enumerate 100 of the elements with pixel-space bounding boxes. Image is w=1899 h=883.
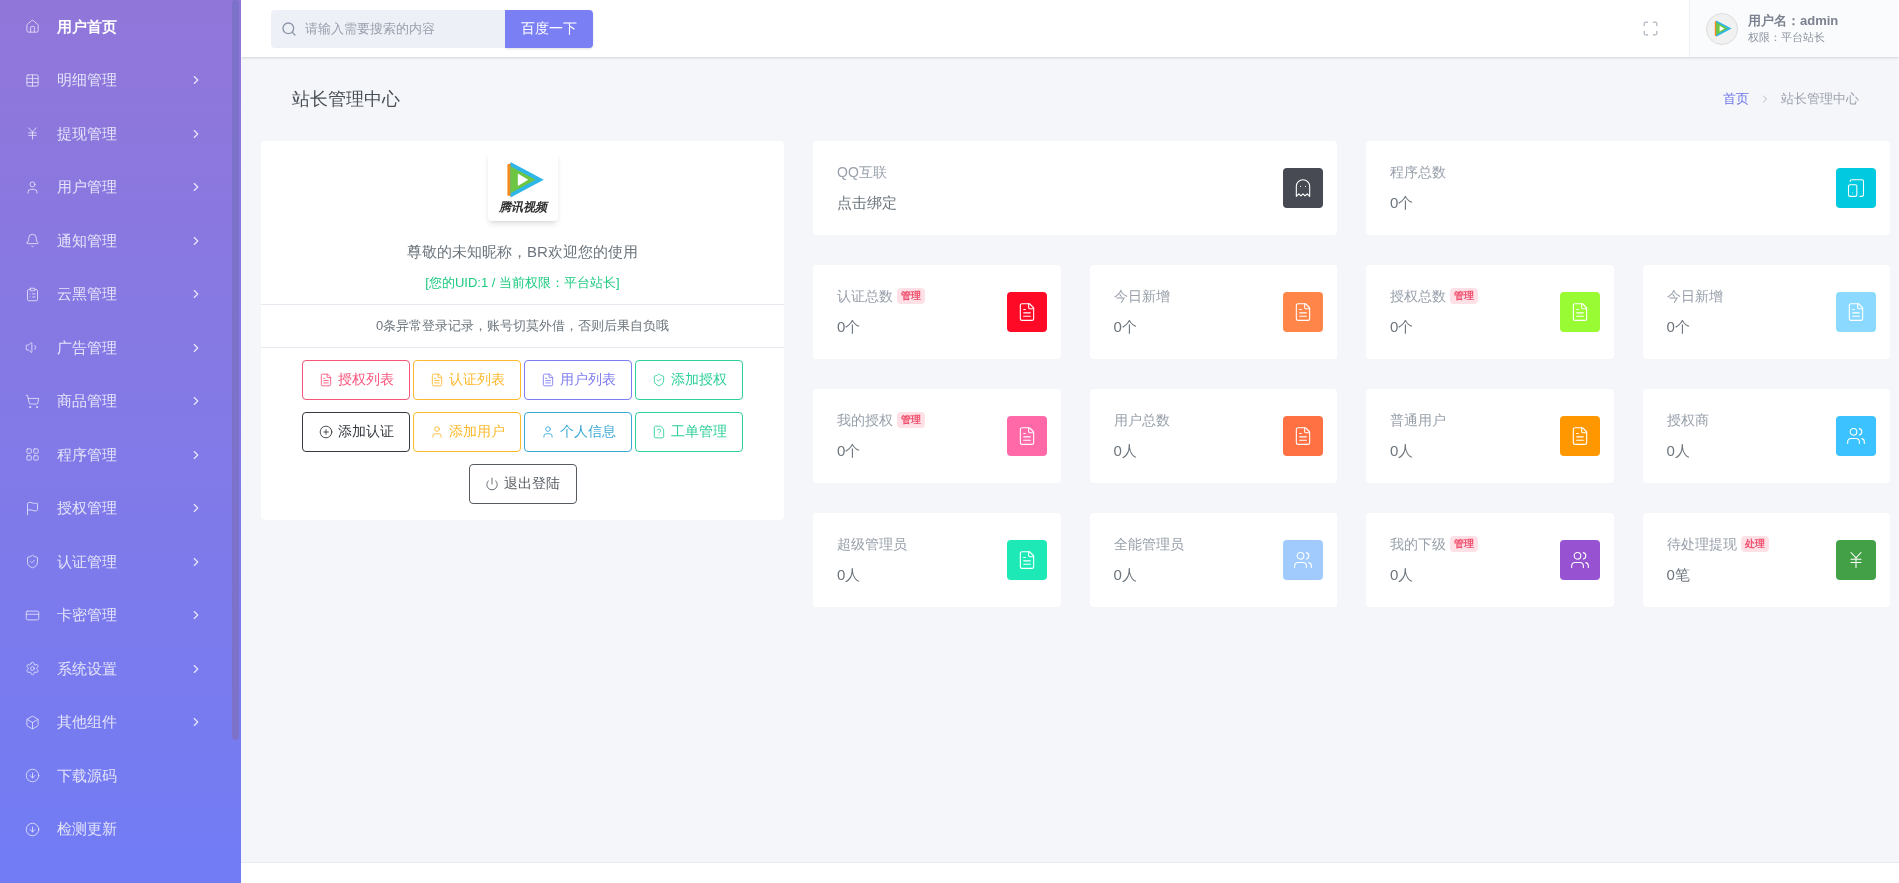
stat-value: 0人 <box>1390 440 1415 461</box>
card-icon <box>25 607 40 623</box>
stat-label: 普通用户 <box>1390 410 1446 430</box>
yen-icon <box>25 126 40 142</box>
users-icon <box>1846 426 1866 446</box>
greeting-text: 尊敬的未知昵称，BR欢迎您的使用 <box>407 242 638 262</box>
breadcrumb-current: 站长管理中心 <box>1781 90 1859 109</box>
action-button[interactable]: 添加用户 <box>413 411 521 452</box>
user-name: 用户名：admin <box>1748 12 1839 29</box>
sidebar-item[interactable]: 云黑管理 <box>0 267 241 321</box>
flag-icon <box>25 500 40 516</box>
sidebar-item[interactable]: 商品管理 <box>0 374 241 428</box>
stat-label: 我的授权 <box>837 410 893 430</box>
stat-label: 超级管理员 <box>837 534 907 554</box>
action-button[interactable]: 添加认证 <box>302 411 410 452</box>
shield-icon <box>25 554 40 570</box>
stat-value: 0人 <box>1390 564 1415 585</box>
table-icon <box>25 72 40 88</box>
stat-label: 我的下级 <box>1390 534 1446 554</box>
home-icon <box>25 19 40 35</box>
tablet-icon <box>1846 178 1866 198</box>
download-icon <box>25 768 40 784</box>
sidebar-item[interactable]: 认证管理 <box>0 535 241 589</box>
tag: 管理 <box>1450 288 1478 305</box>
sidebar-item[interactable]: 通知管理 <box>0 214 241 268</box>
stat-label: 今日新增 <box>1666 286 1723 306</box>
settings-icon <box>25 661 40 677</box>
stat-label: QQ互联 <box>837 162 887 182</box>
action-button[interactable]: 授权列表 <box>302 359 410 400</box>
users-icon <box>1569 550 1590 570</box>
clipboard-icon <box>25 286 40 302</box>
stat-label: 今日新增 <box>1113 286 1170 306</box>
bell-icon <box>25 233 40 249</box>
user-icon <box>429 424 444 439</box>
stat-label: 全能管理员 <box>1113 534 1184 554</box>
stat-value: 0个 <box>1113 316 1138 337</box>
stat-label: 认证总数 <box>837 286 893 306</box>
user-icon <box>25 179 40 195</box>
stat-value: 点击绑定 <box>837 192 898 213</box>
question-document-icon <box>651 424 666 439</box>
stat-value: 0人 <box>1113 440 1138 461</box>
search-field[interactable]: 请输入需要搜索的内容 <box>271 9 505 48</box>
breadcrumb-link[interactable]: 首页 <box>1723 89 1749 109</box>
page-title: 站长管理中心 <box>292 87 401 111</box>
sidebar-item[interactable]: 下载源码 <box>0 749 241 803</box>
document-icon <box>318 372 333 387</box>
action-button[interactable]: 用户列表 <box>524 359 632 400</box>
stat-value: 0人 <box>1666 440 1691 461</box>
document-icon <box>1293 302 1313 322</box>
apps-icon <box>25 447 40 463</box>
power-icon <box>485 476 499 491</box>
sidebar-item[interactable]: 广告管理 <box>0 321 241 375</box>
cart-icon <box>25 393 40 409</box>
search-button[interactable]: 百度一下 <box>505 9 593 48</box>
action-button[interactable]: 退出登陆 <box>468 463 577 504</box>
document-icon <box>429 372 444 387</box>
fullscreen-icon[interactable] <box>1642 20 1659 37</box>
stat-value: 0个 <box>1390 316 1415 337</box>
sidebar-item[interactable]: 其他组件 <box>0 695 241 749</box>
document-icon <box>1846 302 1866 322</box>
tag: 管理 <box>897 412 925 429</box>
stat-value: 0人 <box>837 564 862 585</box>
plus-icon <box>318 424 333 439</box>
shield-icon <box>651 372 666 387</box>
stat-value: 0个 <box>1390 192 1415 213</box>
action-button[interactable]: 添加授权 <box>635 359 743 400</box>
document-icon <box>540 372 555 387</box>
action-button[interactable]: 工单管理 <box>635 411 743 452</box>
logo-text: 腾讯视频 <box>498 200 547 214</box>
tag: 管理 <box>897 288 925 305</box>
sidebar-item[interactable]: 卡密管理 <box>0 588 241 642</box>
stat-label: 待处理提现 <box>1666 534 1737 554</box>
stat-value: 0个 <box>1666 316 1691 337</box>
sidebar-item[interactable]: 授权管理 <box>0 481 241 535</box>
stat-value: 0人 <box>1113 564 1138 585</box>
user-role: 权限：平台站长 <box>1748 29 1826 45</box>
stat-value: 0个 <box>837 440 862 461</box>
stat-value: 0个 <box>837 316 862 337</box>
sidebar-item[interactable]: 系统设置 <box>0 642 241 696</box>
sidebar-item[interactable]: 提现管理 <box>0 107 241 161</box>
uid-text: [您的UID:1 / 当前权限：平台站长] <box>425 273 620 292</box>
stat-label: 授权总数 <box>1390 286 1446 306</box>
document-icon <box>1293 426 1313 446</box>
sidebar-item[interactable]: 程序管理 <box>0 428 241 482</box>
download-icon <box>25 821 40 837</box>
sidebar-item[interactable]: 用户首页 <box>0 0 241 54</box>
action-button[interactable]: 认证列表 <box>413 359 521 400</box>
tag: 管理 <box>1450 536 1478 553</box>
tag: 处理 <box>1740 536 1769 553</box>
sidebar-item[interactable]: 明细管理 <box>0 53 241 107</box>
user-panel[interactable]: 用户名：admin 权限：平台站长 <box>1689 0 1899 57</box>
sidebar-item[interactable]: 检测更新 <box>0 802 241 856</box>
user-icon <box>540 424 555 439</box>
sidebar-item[interactable]: 用户管理 <box>0 160 241 214</box>
stat-value: 0笔 <box>1666 564 1691 585</box>
box-icon <box>25 714 40 730</box>
stat-label: 程序总数 <box>1390 162 1446 182</box>
scrollbar[interactable] <box>232 0 239 740</box>
action-button[interactable]: 个人信息 <box>524 411 632 452</box>
notice-text: 0条异常登录记录，账号切莫外借，否则后果自负哦 <box>375 317 670 335</box>
